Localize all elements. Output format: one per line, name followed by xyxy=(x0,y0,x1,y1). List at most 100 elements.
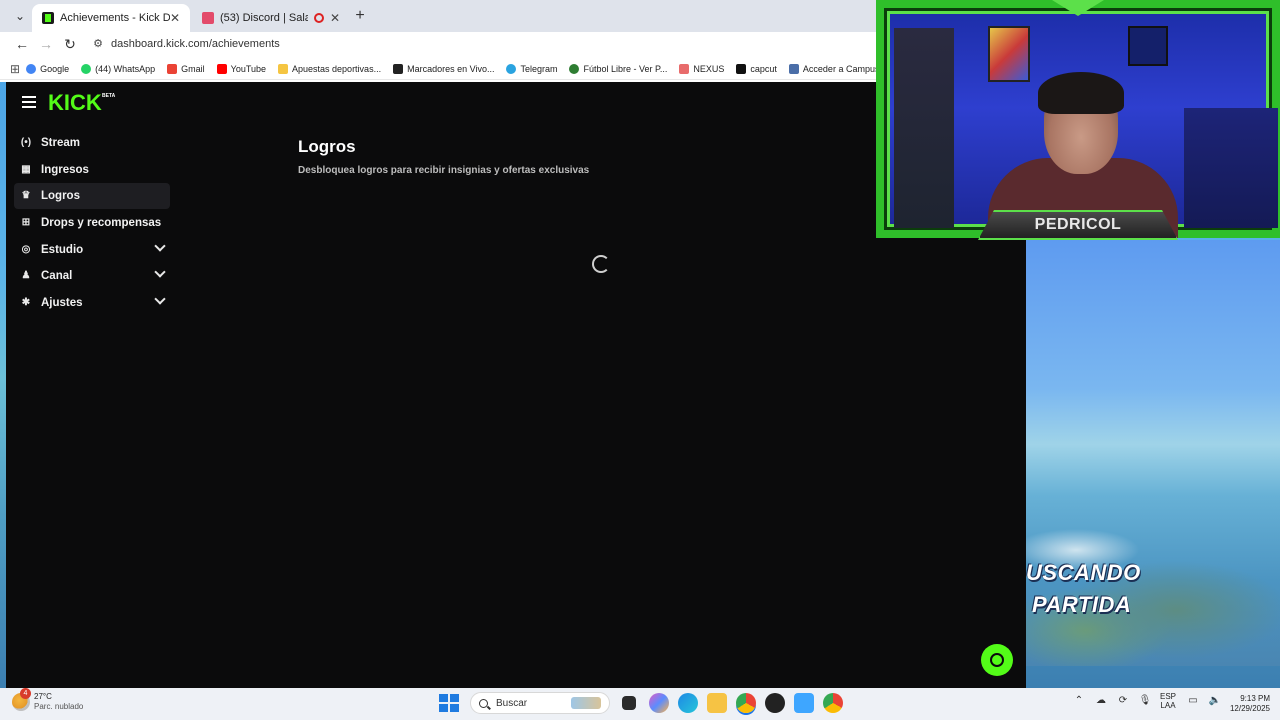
back-button[interactable]: ← xyxy=(12,34,32,54)
bookmark-google[interactable]: Google xyxy=(20,63,75,74)
studio-icon: ◎ xyxy=(21,243,31,255)
weather-icon: 4 xyxy=(12,688,31,711)
webcam-overlay: PEDRICOL xyxy=(876,0,1280,240)
bookmarks-bar: ⊞ Google (44) WhatsApp Gmail YouTube Apu… xyxy=(0,58,887,80)
bookmark-label: Google xyxy=(40,63,70,74)
soccer-ball-icon xyxy=(569,63,580,74)
bookmark-gmail[interactable]: Gmail xyxy=(161,63,211,74)
beta-badge: BETA xyxy=(102,93,116,99)
revenue-icon: ▦ xyxy=(21,163,31,175)
game-island xyxy=(1026,510,1280,666)
forward-button[interactable]: → xyxy=(36,34,56,54)
telegram-icon xyxy=(506,63,517,74)
obs-icon[interactable] xyxy=(765,693,785,713)
browser-window: ⌄ Achievements - Kick Dashboard ✕ (53) D… xyxy=(0,0,887,82)
streamer-nameplate: PEDRICOL xyxy=(978,210,1178,240)
clock-date: 12/29/2025 xyxy=(1229,704,1270,713)
edge-icon[interactable] xyxy=(678,693,698,713)
loading-spinner-icon xyxy=(592,255,610,273)
microphone-icon[interactable]: 🎙 xyxy=(1138,694,1152,708)
clock[interactable]: 9:13 PM 12/29/2025 xyxy=(1222,694,1270,714)
sidebar-item-estudio[interactable]: ◎ Estudio xyxy=(14,237,170,263)
sidebar-item-stream[interactable]: (•) Stream xyxy=(14,130,170,156)
windows-start-icon[interactable] xyxy=(438,693,459,713)
close-tab-icon[interactable]: ✕ xyxy=(170,11,180,25)
gmail-icon xyxy=(167,63,178,74)
drops-icon: ⊞ xyxy=(21,217,31,229)
sidebar-item-ajustes[interactable]: ✱ Ajustes xyxy=(14,290,170,316)
chevron-up-icon[interactable]: ⌃ xyxy=(1072,694,1086,708)
google-icon xyxy=(26,63,37,74)
help-button[interactable] xyxy=(981,644,1013,676)
sidebar-item-label: Ajustes xyxy=(41,297,83,310)
apps-grid-icon[interactable]: ⊞ xyxy=(10,62,20,76)
capcut-icon xyxy=(736,63,747,74)
sidebar-item-canal[interactable]: ♟ Canal xyxy=(14,263,170,289)
bookmark-nexus[interactable]: NEXUS xyxy=(673,63,730,74)
taskbar-apps: Buscar xyxy=(438,692,852,714)
sidebar-item-label: Ingresos xyxy=(41,163,89,176)
clock-time: 9:13 PM xyxy=(1240,694,1270,703)
copilot-icon[interactable] xyxy=(649,693,669,713)
search-highlight-image xyxy=(571,697,601,709)
game-status-text-line1: USCANDO xyxy=(1026,560,1141,585)
bookmark-label: Acceder a Campus... xyxy=(802,63,887,74)
address-bar[interactable] xyxy=(111,36,811,52)
bookmark-telegram[interactable]: Telegram xyxy=(500,63,563,74)
new-tab-button[interactable]: + xyxy=(350,6,370,26)
bookmark-youtube[interactable]: YouTube xyxy=(211,63,272,74)
bookmark-whatsapp[interactable]: (44) WhatsApp xyxy=(75,63,161,74)
bookmark-capcut[interactable]: capcut xyxy=(730,63,783,74)
close-tab-icon[interactable]: ✕ xyxy=(330,11,340,25)
channel-icon: ♟ xyxy=(21,270,31,282)
bookmark-marcadores[interactable]: Marcadores en Vivo... xyxy=(387,63,500,74)
tab-title: Achievements - Kick Dashboard xyxy=(60,12,170,24)
scores-icon xyxy=(393,63,404,74)
chevron-down-icon[interactable] xyxy=(154,266,166,279)
fortnite-icon[interactable] xyxy=(794,693,814,713)
browser-toolbar: ← → ↻ ⚙ xyxy=(0,32,876,56)
weather-widget[interactable]: 4 27°C Parc. nublado xyxy=(12,688,84,712)
whatsapp-icon xyxy=(81,63,92,74)
chrome-profile-icon[interactable] xyxy=(823,693,843,713)
bookmark-label: capcut xyxy=(750,63,777,74)
tab-discord[interactable]: (53) Discord | Sala | PEDRIC ✕ xyxy=(192,4,350,32)
sidebar-item-ingresos[interactable]: ▦ Ingresos xyxy=(14,157,170,183)
sidebar-item-drops[interactable]: ⊞ Drops y recompensas xyxy=(14,210,170,236)
tab-bar: ⌄ Achievements - Kick Dashboard ✕ (53) D… xyxy=(0,0,876,32)
chevron-down-icon[interactable] xyxy=(154,240,166,252)
chevron-down-icon[interactable] xyxy=(154,293,166,305)
bookmark-label: (44) WhatsApp xyxy=(95,63,156,74)
weather-temp: 27°C xyxy=(34,692,52,701)
menu-icon[interactable] xyxy=(22,96,36,108)
sync-icon[interactable]: ⟳ xyxy=(1116,694,1130,708)
bookmark-futbol[interactable]: Fútbol Libre - Ver P... xyxy=(563,63,673,74)
wall-poster xyxy=(1128,26,1168,66)
sidebar-item-logros[interactable]: ♛ Logros xyxy=(14,183,170,210)
task-view-icon[interactable] xyxy=(622,696,636,710)
kick-favicon-icon xyxy=(42,12,54,24)
broadcast-icon: (•) xyxy=(20,137,32,148)
sidebar-item-label: Drops y recompensas xyxy=(41,217,162,230)
tab-search-button[interactable]: ⌄ xyxy=(10,6,30,26)
reload-button[interactable]: ↻ xyxy=(60,34,80,54)
file-explorer-icon[interactable] xyxy=(707,693,727,713)
volume-icon[interactable]: 🔈 xyxy=(1208,694,1222,708)
taskbar: 4 27°C Parc. nublado Buscar ⌃ ☁ ⟳ 🎙 ESP … xyxy=(0,688,1280,720)
tab-achievements[interactable]: Achievements - Kick Dashboard ✕ xyxy=(32,4,190,32)
kick-dashboard: KICK BETA (•) Stream ▦ Ingresos ♛ Logros… xyxy=(6,82,1026,688)
game-footage: USCANDO PARTIDA xyxy=(1026,240,1280,666)
site-info-icon[interactable]: ⚙ xyxy=(90,36,106,52)
bookmark-apuestas[interactable]: Apuestas deportivas... xyxy=(272,63,387,74)
language-indicator[interactable]: ESP LAA xyxy=(1160,692,1176,710)
chrome-icon[interactable] xyxy=(736,693,756,713)
cloud-icon[interactable]: ☁ xyxy=(1094,694,1108,708)
kick-logo[interactable]: KICK xyxy=(48,90,102,116)
keyboard-layout: LAA xyxy=(1160,701,1176,710)
page-title: Logros xyxy=(298,137,356,156)
game-status-text-line2: PARTIDA xyxy=(1032,592,1132,617)
settings-icon: ✱ xyxy=(21,297,31,309)
taskbar-search[interactable]: Buscar xyxy=(470,692,610,714)
network-icon[interactable]: ▭ xyxy=(1186,694,1200,708)
weather-desc: Parc. nublado xyxy=(34,702,84,711)
